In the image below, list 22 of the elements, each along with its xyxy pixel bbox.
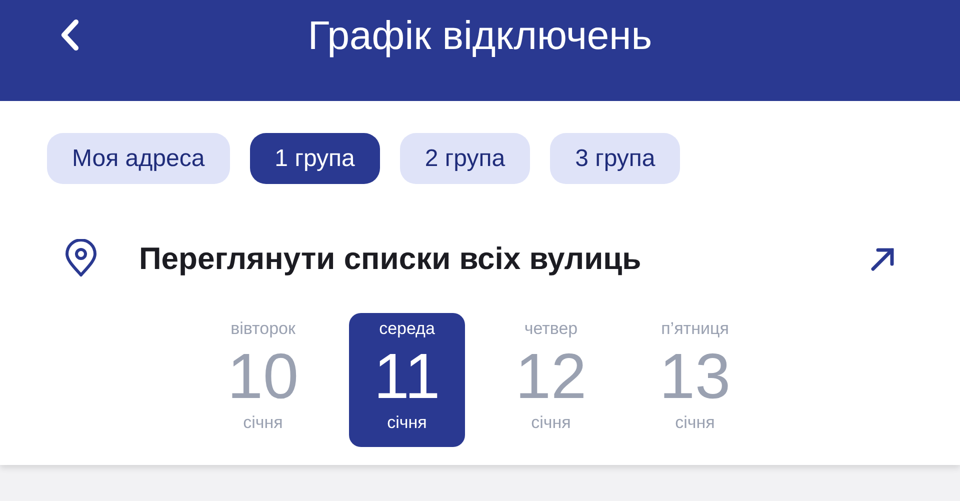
day-number: 13 — [659, 340, 731, 410]
streets-link[interactable]: Переглянути списки всіх вулиць — [139, 236, 642, 282]
group-tab[interactable]: 2 група — [400, 133, 530, 184]
group-tab[interactable]: 3 група — [550, 133, 680, 184]
arrow-up-right-icon[interactable] — [870, 246, 896, 272]
day-button[interactable]: середа 11 січня — [349, 312, 465, 446]
month-label: січня — [243, 412, 283, 432]
day-number: 12 — [515, 340, 587, 410]
month-label: січня — [531, 412, 571, 432]
group-tab[interactable]: 1 група — [250, 133, 380, 184]
day-number: 10 — [227, 340, 299, 410]
back-icon — [59, 19, 81, 51]
screen-title: Графік відключень — [308, 12, 652, 60]
weekday-label: п’ятниця — [661, 318, 729, 338]
weekday-label: вівторок — [230, 318, 296, 338]
location-pin-icon — [63, 239, 99, 280]
weekday-label: середа — [379, 318, 435, 338]
month-label: січня — [387, 412, 427, 432]
weekday-label: четвер — [524, 318, 578, 338]
group-tab[interactable]: Моя адреса — [47, 133, 230, 184]
month-label: січня — [675, 412, 715, 432]
day-number: 11 — [374, 340, 440, 410]
